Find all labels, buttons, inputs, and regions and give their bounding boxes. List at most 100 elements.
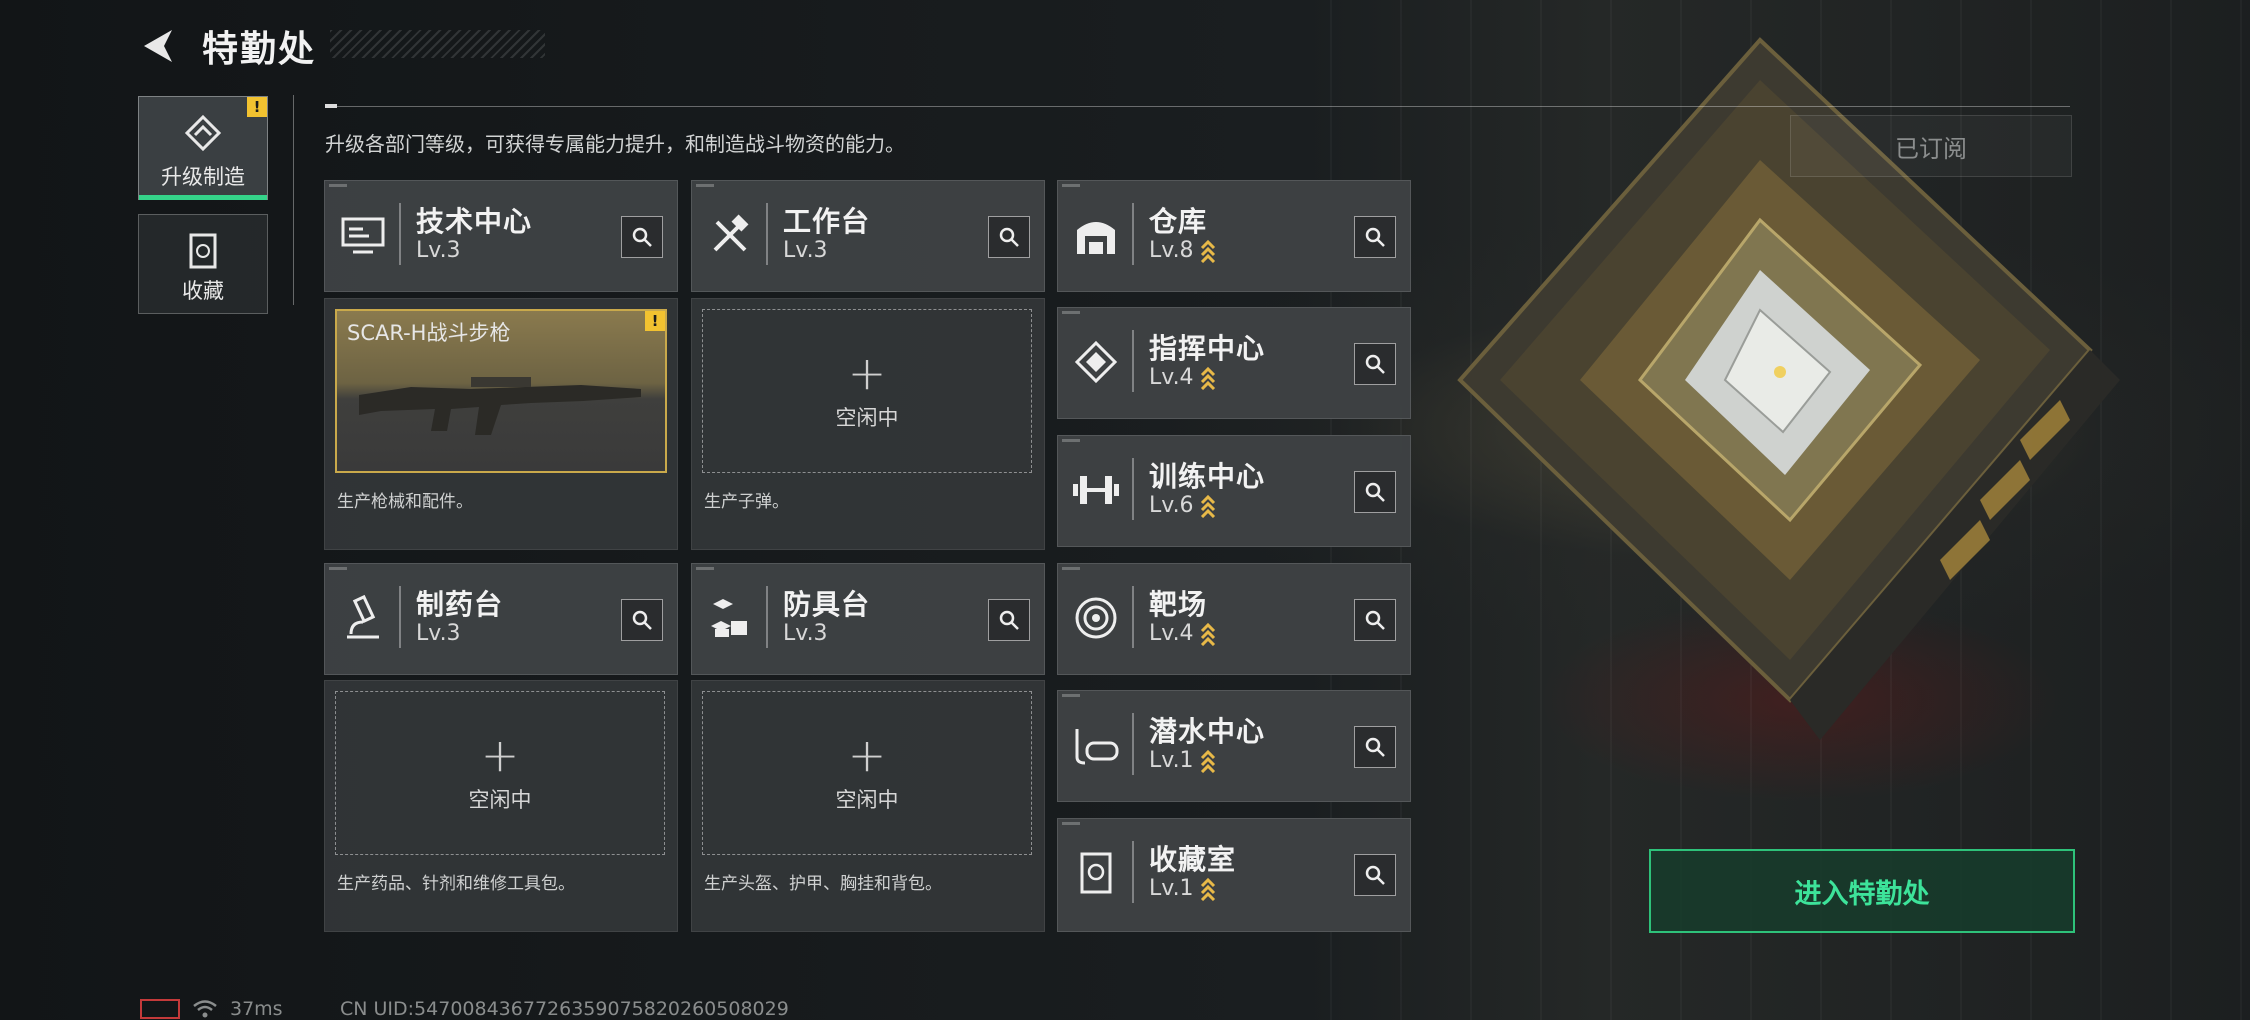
department-card-diving-center[interactable]: 潜水中心 Lv.1 (1057, 690, 1411, 802)
department-card-shooting-range[interactable]: 靶场 Lv.4 (1057, 563, 1411, 675)
monitor-icon (337, 209, 389, 261)
divider (325, 106, 2070, 107)
level-text: Lv.3 (783, 238, 828, 263)
page-description: 升级各部门等级，可获得专属能力提升，和制造战斗物资的能力。 (325, 132, 905, 156)
search-button[interactable] (1354, 854, 1396, 896)
weapon-name: SCAR-H战斗步枪 (347, 321, 511, 345)
search-button[interactable] (1354, 726, 1396, 768)
upgrade-chevrons-icon (1200, 494, 1215, 518)
target-icon (1070, 592, 1122, 644)
search-icon (1365, 482, 1385, 502)
department-name: 技术中心 (416, 205, 533, 238)
level-text: Lv.3 (416, 238, 461, 263)
department-card-workbench[interactable]: 工作台 Lv.3 (691, 180, 1045, 292)
production-description: 生产头盔、护甲、胸挂和背包。 (704, 874, 942, 894)
plus-icon: + (847, 728, 887, 782)
department-name: 靶场 (1149, 588, 1208, 621)
cubes-icon (704, 592, 756, 644)
department-name: 指挥中心 (1149, 332, 1266, 365)
department-card-pharmacy[interactable]: 制药台 Lv.3 (324, 563, 678, 675)
search-icon (1365, 354, 1385, 374)
production-description: 生产枪械和配件。 (337, 492, 473, 512)
back-button[interactable] (138, 24, 182, 68)
slot-status: 空闲中 (835, 406, 899, 430)
department-name: 防具台 (783, 588, 871, 621)
upgrade-chevrons-icon (1200, 366, 1215, 390)
upgrade-chevrons-icon (1200, 749, 1215, 773)
uid-text: CN UID:5470084367726359075820260508029 (340, 998, 789, 1020)
separator (1132, 586, 1134, 648)
corner-mark (1062, 822, 1080, 825)
upgrade-icon (184, 114, 222, 152)
search-button[interactable] (621, 216, 663, 258)
microscope-icon (337, 592, 389, 644)
tab-upgrade-craft[interactable]: ! 升级制造 (138, 96, 268, 200)
department-card-armor[interactable]: 防具台 Lv.3 (691, 563, 1045, 675)
production-slot-empty[interactable]: + 空闲中 (702, 309, 1032, 473)
production-panel-workbench: + 空闲中 生产子弹。 (691, 298, 1045, 550)
department-name: 潜水中心 (1149, 715, 1266, 748)
tools-icon (704, 209, 756, 261)
wifi-icon (193, 1000, 217, 1018)
upgrade-chevrons-icon (1200, 622, 1215, 646)
level-text: Lv.3 (783, 621, 828, 646)
corner-mark (329, 184, 347, 187)
alert-badge: ! (247, 97, 267, 117)
plus-icon: + (847, 346, 887, 400)
search-icon (1365, 227, 1385, 247)
search-icon (1365, 610, 1385, 630)
slot-status: 空闲中 (835, 788, 899, 812)
search-button[interactable] (988, 599, 1030, 641)
search-icon (999, 610, 1019, 630)
production-panel-pharmacy: + 空闲中 生产药品、针剂和维修工具包。 (324, 680, 678, 932)
department-card-warehouse[interactable]: 仓库 Lv.8 (1057, 180, 1411, 292)
separator (1132, 713, 1134, 775)
corner-mark (1062, 694, 1080, 697)
enter-special-ops-button[interactable]: 进入特勤处 (1649, 849, 2075, 933)
tab-label: 升级制造 (161, 165, 245, 189)
department-name: 工作台 (783, 205, 871, 238)
department-card-collection-room[interactable]: 收藏室 Lv.1 (1057, 818, 1411, 932)
search-button[interactable] (621, 599, 663, 641)
alert-badge: ! (645, 311, 665, 331)
collection-icon (189, 233, 217, 269)
production-description: 生产药品、针剂和维修工具包。 (337, 874, 575, 894)
separator (1132, 841, 1134, 903)
level-text: Lv.3 (416, 621, 461, 646)
production-slot-weapon[interactable]: SCAR-H战斗步枪 ! (335, 309, 667, 473)
production-description: 生产子弹。 (704, 492, 789, 512)
separator (399, 203, 401, 265)
rifle-image (359, 377, 641, 435)
department-card-training-center[interactable]: 训练中心 Lv.6 (1057, 435, 1411, 547)
ping-text: 37ms (230, 998, 283, 1020)
search-button[interactable] (1354, 599, 1396, 641)
subscribed-button[interactable]: 已订阅 (1790, 115, 2072, 177)
active-indicator (139, 195, 267, 200)
department-card-command-center[interactable]: 指挥中心 Lv.4 (1057, 307, 1411, 419)
production-slot-empty[interactable]: + 空闲中 (335, 691, 665, 855)
level-text: Lv.8 (1149, 238, 1194, 263)
corner-mark (329, 567, 347, 570)
level-text: Lv.6 (1149, 493, 1194, 518)
separator (1132, 203, 1134, 265)
department-level: Lv.4 (1149, 621, 1216, 646)
separator (766, 203, 768, 265)
department-card-tech-center[interactable]: 技术中心 Lv.3 (324, 180, 678, 292)
production-slot-empty[interactable]: + 空闲中 (702, 691, 1032, 855)
department-level: Lv.4 (1149, 365, 1216, 390)
search-button[interactable] (1354, 471, 1396, 513)
department-level: Lv.1 (1149, 748, 1216, 773)
search-icon (1365, 865, 1385, 885)
tab-collection[interactable]: 收藏 (138, 214, 268, 314)
search-button[interactable] (1354, 216, 1396, 258)
warehouse-icon (1070, 209, 1122, 261)
battery-icon (140, 999, 180, 1019)
plus-icon: + (480, 728, 520, 782)
department-level: Lv.6 (1149, 493, 1216, 518)
search-icon (632, 227, 652, 247)
search-button[interactable] (1354, 343, 1396, 385)
divider-tick (325, 104, 337, 108)
dumbbell-icon (1070, 464, 1122, 516)
department-name: 收藏室 (1149, 843, 1237, 876)
search-button[interactable] (988, 216, 1030, 258)
